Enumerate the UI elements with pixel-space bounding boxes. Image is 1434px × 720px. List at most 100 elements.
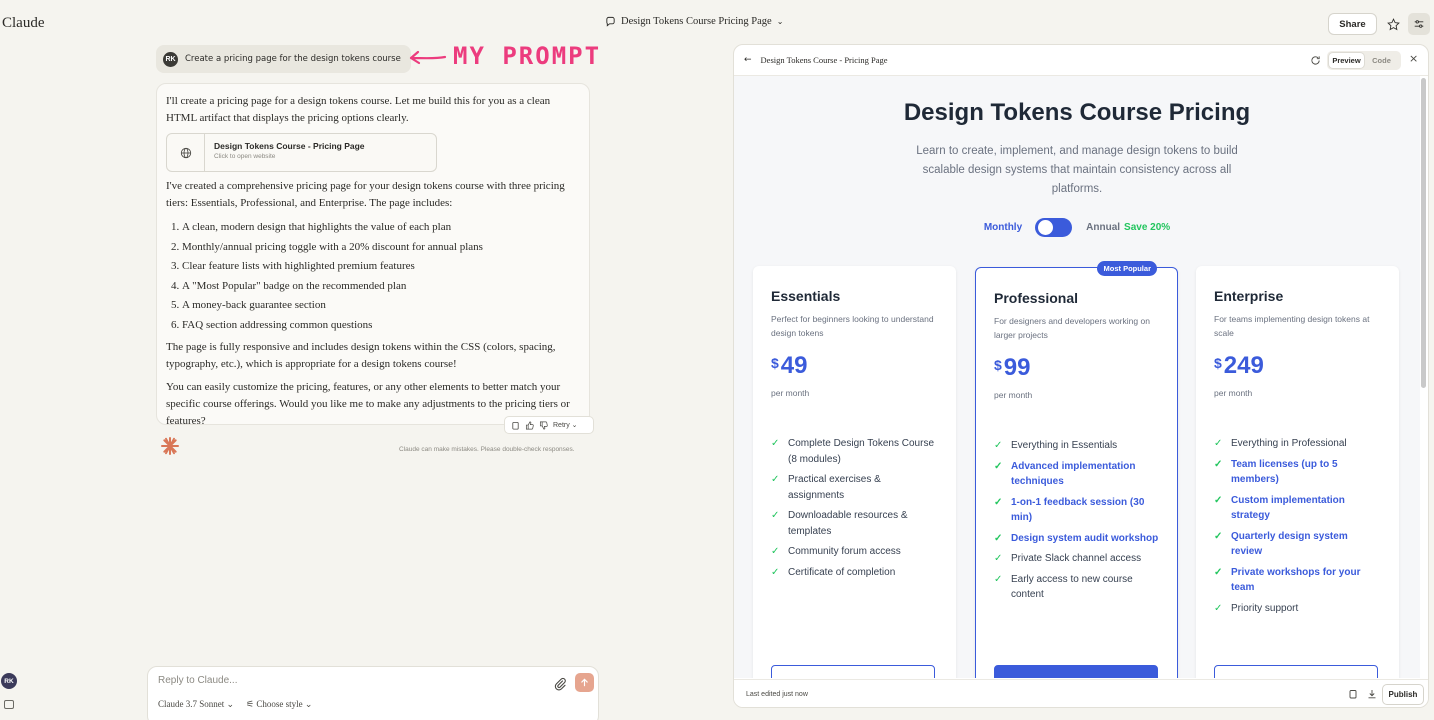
billing-period: per month bbox=[771, 388, 810, 398]
currency-symbol: $ bbox=[1214, 355, 1222, 371]
feature-text: Early access to new course content bbox=[1011, 573, 1133, 601]
globe-icon bbox=[167, 134, 205, 171]
billing-period: per month bbox=[994, 390, 1033, 400]
user-message-text: Create a pricing page for the design tok… bbox=[185, 54, 401, 64]
feature-item: ✓ Advanced implementation techniques bbox=[994, 459, 1159, 490]
price-amount: 99 bbox=[1003, 354, 1031, 381]
reply-composer: Claude 3.7 Sonnet ⌄ ⚟ Choose style ⌄ bbox=[147, 666, 599, 720]
chevron-down-icon: ⌄ bbox=[776, 17, 784, 26]
feature-text: Everything in Essentials bbox=[1011, 440, 1118, 451]
list-item: A money-back guarantee section bbox=[182, 296, 580, 316]
monthly-label: Monthly bbox=[983, 222, 1023, 233]
conversation-title[interactable]: Design Tokens Course Pricing Page ⌄ bbox=[605, 16, 783, 27]
plan-price: $49 bbox=[771, 352, 938, 380]
artifact-title: Design Tokens Course - Pricing Page bbox=[760, 55, 888, 65]
check-icon: ✓ bbox=[771, 474, 780, 485]
plan-card-essentials: Essentials Perfect for beginners looking … bbox=[753, 266, 956, 678]
tab-preview[interactable]: Preview bbox=[1329, 53, 1364, 68]
feature-item: ✓ Practical exercises & assignments bbox=[771, 472, 938, 503]
pricing-title: Design Tokens Course Pricing bbox=[903, 99, 1251, 126]
thumbs-up-icon[interactable] bbox=[525, 421, 534, 430]
contact-sales-button[interactable]: Contact Sales bbox=[1214, 665, 1378, 678]
feature-item: ✓ Early access to new course content bbox=[994, 572, 1159, 603]
currency-symbol: $ bbox=[771, 355, 779, 371]
assistant-message: I'll create a pricing page for a design … bbox=[156, 83, 590, 427]
get-started-button[interactable]: Get Started bbox=[771, 665, 935, 678]
star-icon[interactable] bbox=[1384, 15, 1402, 33]
arrow-up-icon bbox=[581, 678, 588, 687]
style-label: Choose style bbox=[256, 699, 303, 709]
assistant-summary: I've created a comprehensive pricing pag… bbox=[166, 180, 565, 209]
app-brand[interactable]: Claude bbox=[2, 15, 45, 32]
check-icon: ✓ bbox=[771, 438, 780, 449]
feature-text: Private Slack channel access bbox=[1011, 553, 1142, 564]
account-avatar[interactable]: RK bbox=[1, 673, 17, 689]
feature-item: ✓ Certificate of completion bbox=[771, 565, 938, 581]
conversation-title-text: Design Tokens Course Pricing Page bbox=[621, 16, 772, 27]
check-icon: ✓ bbox=[771, 546, 780, 557]
plan-card-professional: Most Popular Professional For designers an… bbox=[975, 261, 1178, 678]
send-button[interactable] bbox=[575, 673, 594, 692]
plan-description: For teams implementing design tokens at … bbox=[1214, 314, 1370, 338]
publish-button[interactable]: Publish bbox=[1382, 684, 1424, 705]
reply-input[interactable] bbox=[158, 675, 538, 686]
tab-code[interactable]: Code bbox=[1364, 53, 1399, 68]
feature-text: Downloadable resources & templates bbox=[788, 510, 908, 537]
plan-price: $99 bbox=[994, 354, 1159, 382]
claude-logo-icon bbox=[161, 437, 179, 455]
plan-price: $249 bbox=[1214, 352, 1381, 380]
feature-item: ✓ Everything in Essentials bbox=[994, 438, 1159, 454]
copy-icon[interactable] bbox=[511, 421, 520, 430]
artifact-panel: ← Design Tokens Course - Pricing Page Pr… bbox=[733, 44, 1429, 708]
artifact-panel-header: ← Design Tokens Course - Pricing Page Pr… bbox=[734, 45, 1428, 76]
close-icon[interactable]: × bbox=[1409, 52, 1418, 65]
preview-scrollbar[interactable] bbox=[1421, 78, 1426, 388]
get-started-button[interactable]: Get Started bbox=[994, 665, 1158, 678]
sidebar-toggle-icon[interactable] bbox=[4, 700, 14, 709]
feature-text: Community forum access bbox=[788, 546, 901, 557]
assistant-paragraph: The page is fully responsive and include… bbox=[166, 341, 556, 370]
model-selector[interactable]: Claude 3.7 Sonnet ⌄ bbox=[158, 699, 234, 710]
feature-text: Design system audit workshop bbox=[1011, 532, 1159, 544]
refresh-icon[interactable] bbox=[1310, 55, 1321, 66]
feature-item: ✓ Quarterly design system review bbox=[1214, 529, 1381, 560]
retry-button[interactable]: Retry ⌄ bbox=[553, 421, 578, 429]
thumbs-down-icon[interactable] bbox=[539, 421, 548, 430]
paperclip-icon[interactable] bbox=[553, 677, 567, 691]
back-arrow-icon[interactable]: ← bbox=[744, 55, 752, 65]
user-message: RK Create a pricing page for the design … bbox=[156, 45, 411, 73]
check-icon: ✓ bbox=[1214, 438, 1223, 449]
feature-item: ✓ Community forum access bbox=[771, 544, 938, 560]
artifact-card[interactable]: Design Tokens Course - Pricing Page Clic… bbox=[166, 133, 437, 172]
list-item: FAQ section addressing common questions bbox=[182, 316, 580, 336]
feature-text: Quarterly design system review bbox=[1231, 530, 1348, 558]
check-icon: ✓ bbox=[994, 573, 1003, 585]
check-icon: ✓ bbox=[994, 553, 1003, 564]
feature-item: ✓ Private Slack channel access bbox=[994, 551, 1159, 567]
check-icon: ✓ bbox=[771, 510, 780, 521]
feature-item: ✓ Complete Design Tokens Course (8 module… bbox=[771, 436, 938, 467]
artifact-preview: Design Tokens Course Pricing Learn to cr… bbox=[734, 76, 1420, 678]
style-selector[interactable]: ⚟ Choose style ⌄ bbox=[246, 699, 312, 710]
settings-sliders-icon[interactable] bbox=[1408, 13, 1430, 35]
plan-name: Enterprise bbox=[1214, 288, 1284, 304]
feature-item: ✓ Custom implementation strategy bbox=[1214, 493, 1381, 524]
feature-text: 1-on-1 feedback session (30 min) bbox=[1011, 496, 1145, 524]
artifact-panel-footer: Last edited just now Publish bbox=[734, 679, 1428, 707]
feature-item: ✓ Everything in Professional bbox=[1214, 436, 1381, 452]
billing-toggle[interactable] bbox=[1035, 218, 1073, 237]
feature-list: ✓ Complete Design Tokens Course (8 module… bbox=[771, 436, 938, 580]
model-name: Claude 3.7 Sonnet bbox=[158, 699, 225, 709]
check-icon: ✓ bbox=[994, 440, 1003, 451]
feature-text: Priority support bbox=[1231, 602, 1299, 614]
feature-item: ✓ Team licenses (up to 5 members) bbox=[1214, 457, 1381, 488]
list-item: A "Most Popular" badge on the recommende… bbox=[182, 277, 580, 297]
check-icon: ✓ bbox=[994, 460, 1003, 472]
feature-text: Custom implementation strategy bbox=[1231, 494, 1345, 522]
billing-toggle-row: Monthly Annual Save 20% bbox=[734, 218, 1420, 237]
download-icon[interactable] bbox=[1367, 689, 1377, 699]
check-icon: ✓ bbox=[1214, 458, 1223, 470]
copy-icon[interactable] bbox=[1348, 689, 1358, 699]
currency-symbol: $ bbox=[994, 357, 1002, 373]
share-button[interactable]: Share bbox=[1328, 13, 1377, 35]
